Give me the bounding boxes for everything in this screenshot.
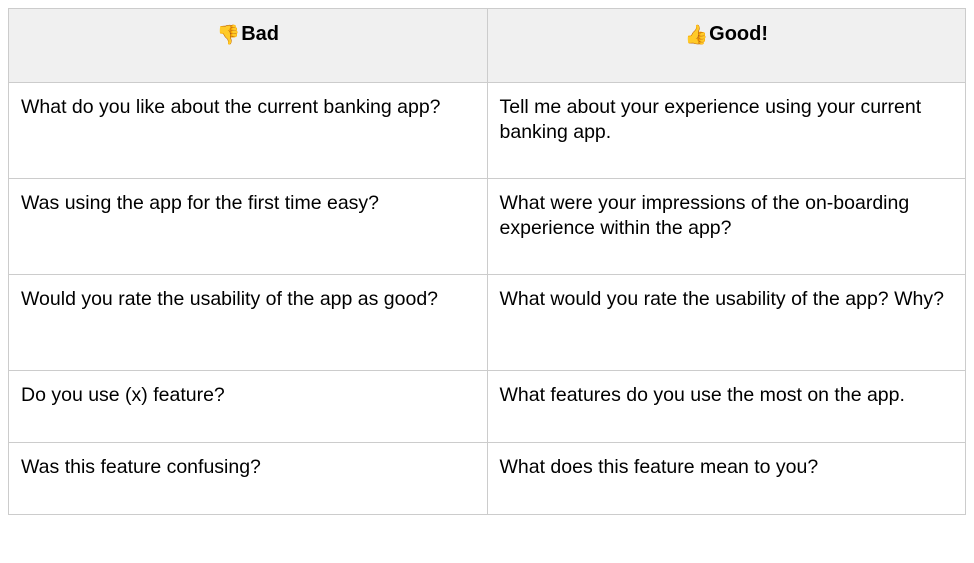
cell-good: What were your impressions of the on-boa…: [487, 179, 966, 275]
cell-bad: Was using the app for the first time eas…: [9, 179, 488, 275]
table-row: Do you use (x) feature? What features do…: [9, 371, 966, 443]
table-row: Was using the app for the first time eas…: [9, 179, 966, 275]
header-bad: 👎Bad: [9, 9, 488, 83]
table-row: Would you rate the usability of the app …: [9, 275, 966, 371]
header-good-label: Good!: [709, 23, 768, 45]
thumbs-up-icon: 👍: [684, 25, 708, 46]
cell-good: What features do you use the most on the…: [487, 371, 966, 443]
header-good: 👍Good!: [487, 9, 966, 83]
header-bad-label: Bad: [241, 23, 279, 45]
cell-bad: What do you like about the current banki…: [9, 83, 488, 179]
cell-bad: Do you use (x) feature?: [9, 371, 488, 443]
table-row: Was this feature confusing? What does th…: [9, 443, 966, 515]
cell-good: What does this feature mean to you?: [487, 443, 966, 515]
cell-good: What would you rate the usability of the…: [487, 275, 966, 371]
comparison-table: 👎Bad 👍Good! What do you like about the c…: [8, 8, 966, 515]
cell-bad: Would you rate the usability of the app …: [9, 275, 488, 371]
cell-good: Tell me about your experience using your…: [487, 83, 966, 179]
thumbs-down-icon: 👎: [217, 25, 241, 46]
table-row: What do you like about the current banki…: [9, 83, 966, 179]
cell-bad: Was this feature confusing?: [9, 443, 488, 515]
